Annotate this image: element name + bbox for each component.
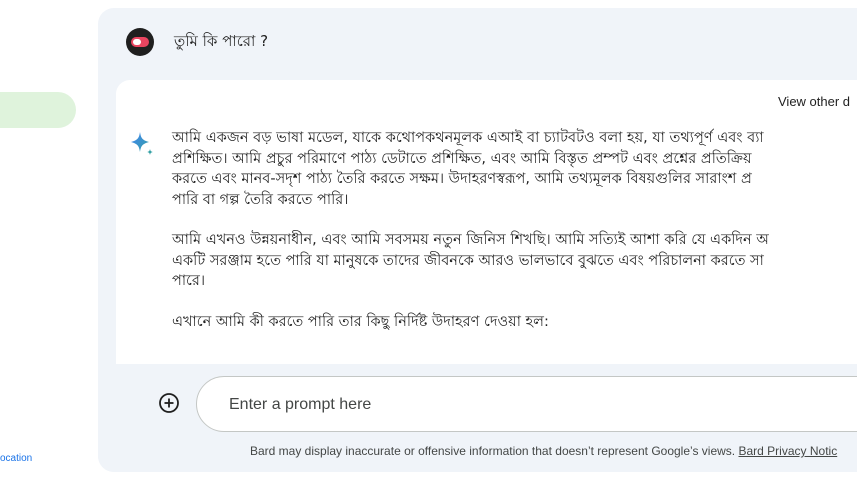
sidebar-active-item[interactable] bbox=[0, 92, 76, 128]
view-other-drafts-button[interactable]: View other d bbox=[778, 94, 850, 109]
scroll-fade bbox=[116, 346, 857, 364]
response-line: এখানে আমি কী করতে পারি তার কিছু নির্দিষ্… bbox=[172, 313, 549, 330]
disclaimer: Bard may display inaccurate or offensive… bbox=[250, 444, 837, 458]
disclaimer-text: Bard may display inaccurate or offensive… bbox=[250, 444, 736, 458]
sidebar-location-text[interactable]: ocation bbox=[0, 453, 32, 464]
user-query-text: তুমি কি পারো ? bbox=[174, 32, 269, 50]
prompt-input[interactable] bbox=[227, 392, 831, 418]
response-paragraph: আমি একজন বড় ভাষা মডেল, যাকে কথোপকথনমূলক… bbox=[172, 128, 857, 210]
response-line: করতে এবং মানব-সদৃশ পাঠ্য তৈরি করতে সক্ষম… bbox=[172, 171, 752, 187]
response-paragraph: এখানে আমি কী করতে পারি তার কিছু নির্দিষ্… bbox=[172, 312, 857, 333]
response-line: একটি সরঞ্জাম হতে পারি যা মানুষকে তাদের জ… bbox=[172, 252, 764, 269]
privacy-notice-link[interactable]: Bard Privacy Notic bbox=[739, 444, 838, 458]
sidebar: ocation bbox=[0, 0, 98, 482]
prompt-field[interactable] bbox=[196, 376, 857, 432]
bard-sparkle-icon bbox=[131, 132, 153, 155]
add-circle-icon[interactable] bbox=[158, 392, 180, 414]
user-avatar[interactable] bbox=[126, 28, 154, 56]
response-line: প্রশিক্ষিত। আমি প্রচুর পরিমাণে পাঠ্য ডেট… bbox=[172, 150, 752, 167]
input-bar: Bard may display inaccurate or offensive… bbox=[98, 364, 857, 472]
response-line: পারে। bbox=[172, 273, 206, 289]
response-card: View other d আমি একজন বড় ভাষা মডেল, যাক… bbox=[116, 80, 857, 364]
chat-main-panel: তুমি কি পারো ? View other d আমি একজন বড়… bbox=[98, 8, 857, 472]
response-line: আমি এখনও উন্নয়নাধীন, এবং আমি সবসময় নতু… bbox=[172, 232, 769, 248]
response-text: আমি একজন বড় ভাষা মডেল, যাকে কথোপকথনমূলক… bbox=[172, 128, 857, 352]
response-line: আমি একজন বড় ভাষা মডেল, যাকে কথোপকথনমূলক… bbox=[172, 130, 764, 146]
response-line: পারি বা গল্প তৈরি করতে পারি। bbox=[172, 191, 349, 208]
response-paragraph: আমি এখনও উন্নয়নাধীন, এবং আমি সবসময় নতু… bbox=[172, 230, 857, 292]
